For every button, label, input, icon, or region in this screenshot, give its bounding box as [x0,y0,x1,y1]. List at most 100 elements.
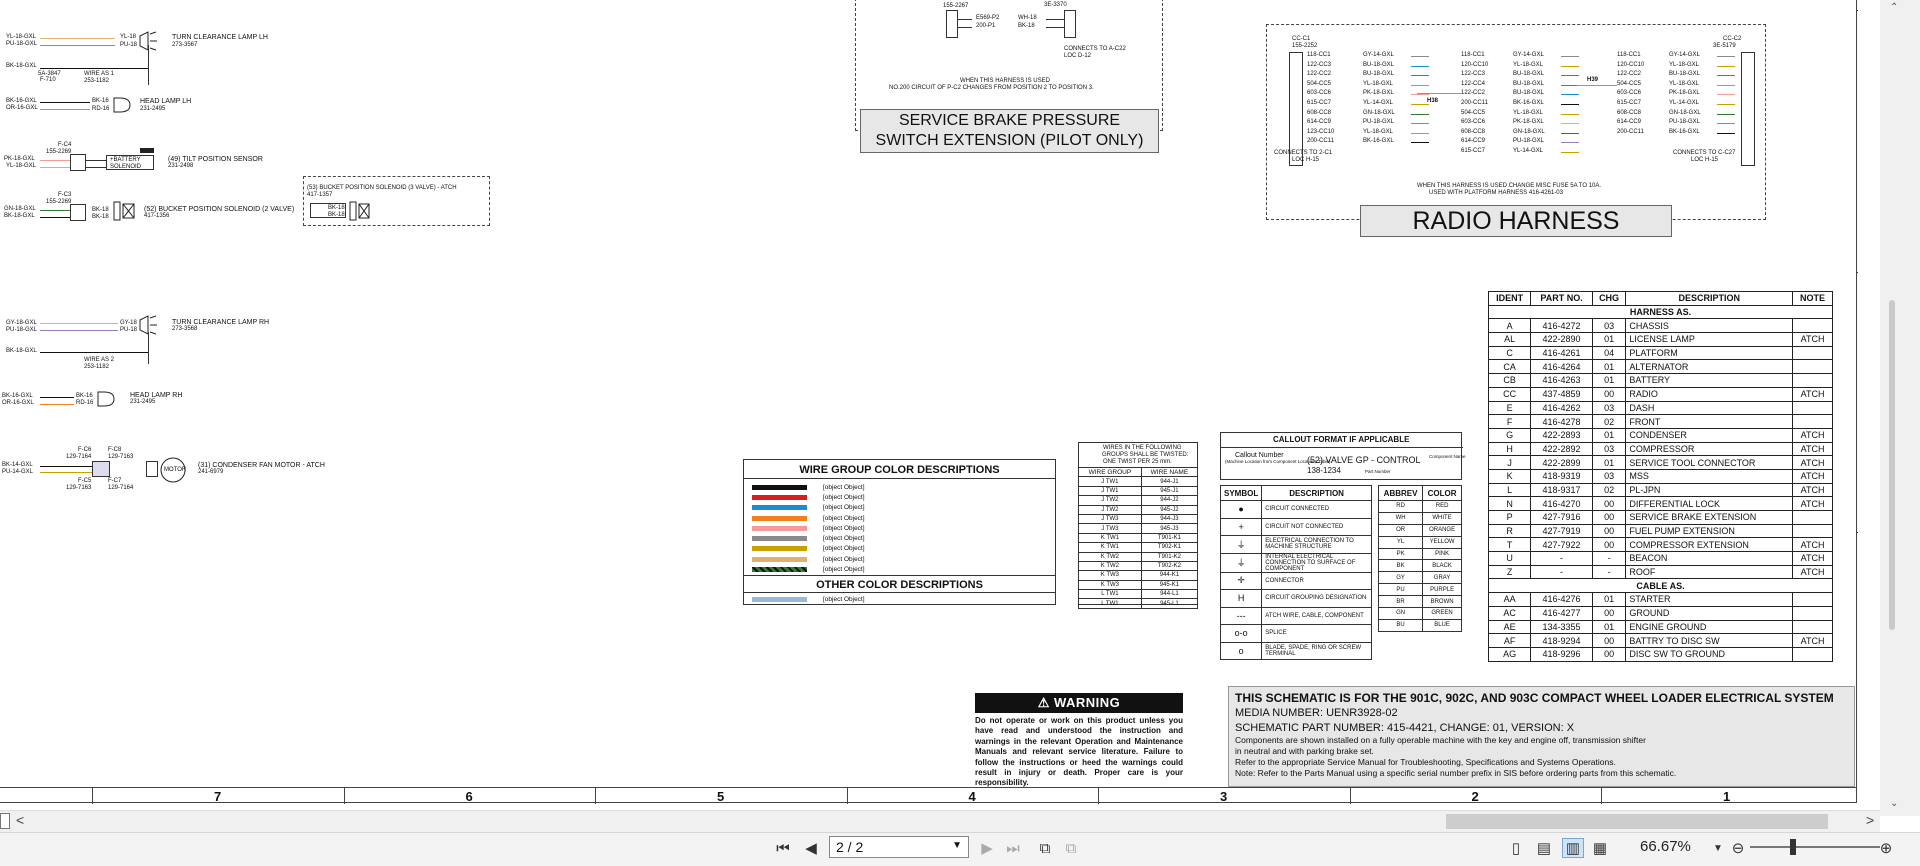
table-row: J TW3 944-J3 [1078,513,1199,525]
two-page-view-icon[interactable]: ▥ [1562,838,1584,858]
table-cell: AF [1487,633,1532,648]
wire-line [1717,84,1735,86]
table-title: ONE TWIST PER 25 mm. [1103,459,1172,465]
table-cell [1792,400,1833,416]
table-cell: ENGINE GROUND [1625,619,1794,635]
part-number: 253-1182 [84,78,109,84]
wire-label: 118-CC1 [1461,52,1485,58]
table-cell: ATCH [1792,537,1833,553]
wire-label: 603-CC6 [1461,119,1486,126]
table-cell: 00 [1591,537,1627,553]
table-cell: 03 [1591,400,1627,416]
wire-line [1561,123,1579,125]
part-number: 129-7164 [66,454,92,460]
part-number: 155-2252 [1292,43,1318,49]
table-cell [1792,414,1833,429]
zoom-slider[interactable] [1750,846,1880,848]
wire-line [1411,132,1429,134]
table-row: AC 416-4277 00 GROUND [1487,605,1833,621]
vertical-scroll-thumb[interactable] [1889,300,1895,630]
last-page-icon[interactable]: ⏭ [1002,838,1024,858]
two-page-continuous-icon[interactable]: ▦ [1590,838,1610,858]
wire-line [1561,132,1579,134]
table-cell: L [1487,482,1532,498]
table-cell: 416-4270 [1530,496,1593,511]
scroll-left-icon[interactable]: < [16,812,24,828]
grid-divider [1857,10,1858,11]
zoom-in-icon[interactable]: ⊕ [1876,838,1896,858]
table-cell: MSS [1625,468,1794,484]
wire-as-label: WIRE AS 1 [84,71,115,77]
vertical-scrollbar[interactable]: ⌃ ⌄ [1880,0,1920,816]
table-cell: ATCH [1792,633,1833,648]
symbol-icon: + [1219,517,1263,536]
zoom-slider-thumb[interactable] [1790,839,1796,855]
table-cell: AA [1487,592,1532,607]
zoom-level[interactable]: 66.67% [1640,838,1691,855]
table-cell: GREEN [1422,607,1462,620]
table-cell: Z [1487,564,1532,580]
wire-as-label: WIRE AS 2 [84,357,115,363]
wire-color-label: BU-18-GXL [1669,71,1701,78]
symbol-description: CIRCUIT GROUPING DESIGNATION [1261,589,1372,608]
symbol-description: ATCH WIRE, CABLE, COMPONENT [1261,606,1372,625]
fit-view-icon[interactable]: ⧉ [1060,838,1082,858]
table-row: J TW1 944-J1 [1078,476,1199,487]
part-number: 129-7164 [108,485,134,491]
table-row: C 416-4261 04 PLATFORM [1487,345,1833,361]
next-page-icon[interactable]: ▶ [976,838,998,858]
legend-item: [object Object] [744,513,1055,523]
zoom-dropdown-icon[interactable]: ▼ [1710,838,1726,858]
table-row: PK PINK [1377,547,1462,561]
page-number-input[interactable]: 2 / 2 ▼ [829,836,969,858]
callout-example-name: (52) VALVE GP - CONTROL [1307,455,1421,465]
horizontal-scroll-thumb[interactable] [1446,814,1828,829]
table-cell: BR [1377,595,1424,609]
table-cell: FRONT [1625,414,1794,429]
table-row: --- ATCH WIRE, CABLE, COMPONENT [1219,606,1372,625]
scroll-right-icon[interactable]: > [1866,812,1874,828]
panel-toggle[interactable] [0,813,10,829]
info-line: Components are shown installed on a full… [1235,735,1646,745]
first-page-icon[interactable]: ⏮ [772,838,794,858]
zoom-out-icon[interactable]: ⊖ [1728,838,1748,858]
callout-sublabel: Component Name [1429,454,1466,459]
table-row: J TW2 944-J2 [1078,495,1199,506]
table-cell: GY [1377,571,1424,585]
table-row: H 422-2892 03 COMPRESSOR ATCH [1487,441,1833,457]
table-cell: - [1530,551,1593,566]
part-number: 253-1182 [84,364,109,370]
wire-line [1717,123,1735,125]
pin-label: BK-18 [328,212,345,218]
scroll-up-icon[interactable]: ⌃ [1890,2,1898,13]
table-cell: CHASSIS [1625,318,1794,334]
wire-label: PU-18-GXL [6,41,38,47]
table-cell: CONDENSER [1625,427,1794,443]
table-cell: BK [1377,559,1424,573]
table-cell: K TW2 [1078,551,1142,562]
table-cell: PK [1377,547,1424,561]
table-cell: 418-9296 [1530,646,1593,662]
color-swatch [752,567,807,573]
table-row: PU PURPLE [1377,583,1462,597]
table-section-row: CABLE AS. [1488,578,1833,594]
page-dropdown-icon[interactable]: ▼ [952,840,962,851]
continuous-view-icon[interactable]: ▤ [1534,838,1554,858]
service-brake-title: SERVICE BRAKE PRESSURE SWITCH EXTENSION … [860,109,1159,153]
previous-page-icon[interactable]: ◀ [800,838,822,858]
rotate-view-icon[interactable]: ⧉ [1034,838,1056,858]
table-cell: LICENSE LAMP [1625,332,1794,347]
wire-label: E569-P2 [976,15,1000,21]
pin-label: BK-16 [92,98,109,104]
table-cell: ATCH [1792,332,1833,347]
table-row: GN GREEN [1377,607,1462,620]
wire-label: 200-CC11 [1461,100,1488,106]
single-page-view-icon[interactable]: ▯ [1506,838,1526,858]
table-cell: ATCH [1792,441,1833,457]
table-cell: N [1487,496,1532,511]
table-row: Z - - ROOF ATCH [1487,564,1833,580]
table-cell: J TW2 [1078,495,1142,506]
head-lamp-icon [113,97,131,113]
scroll-down-icon[interactable]: ⌄ [1890,798,1898,809]
table-cell: C [1487,345,1532,361]
